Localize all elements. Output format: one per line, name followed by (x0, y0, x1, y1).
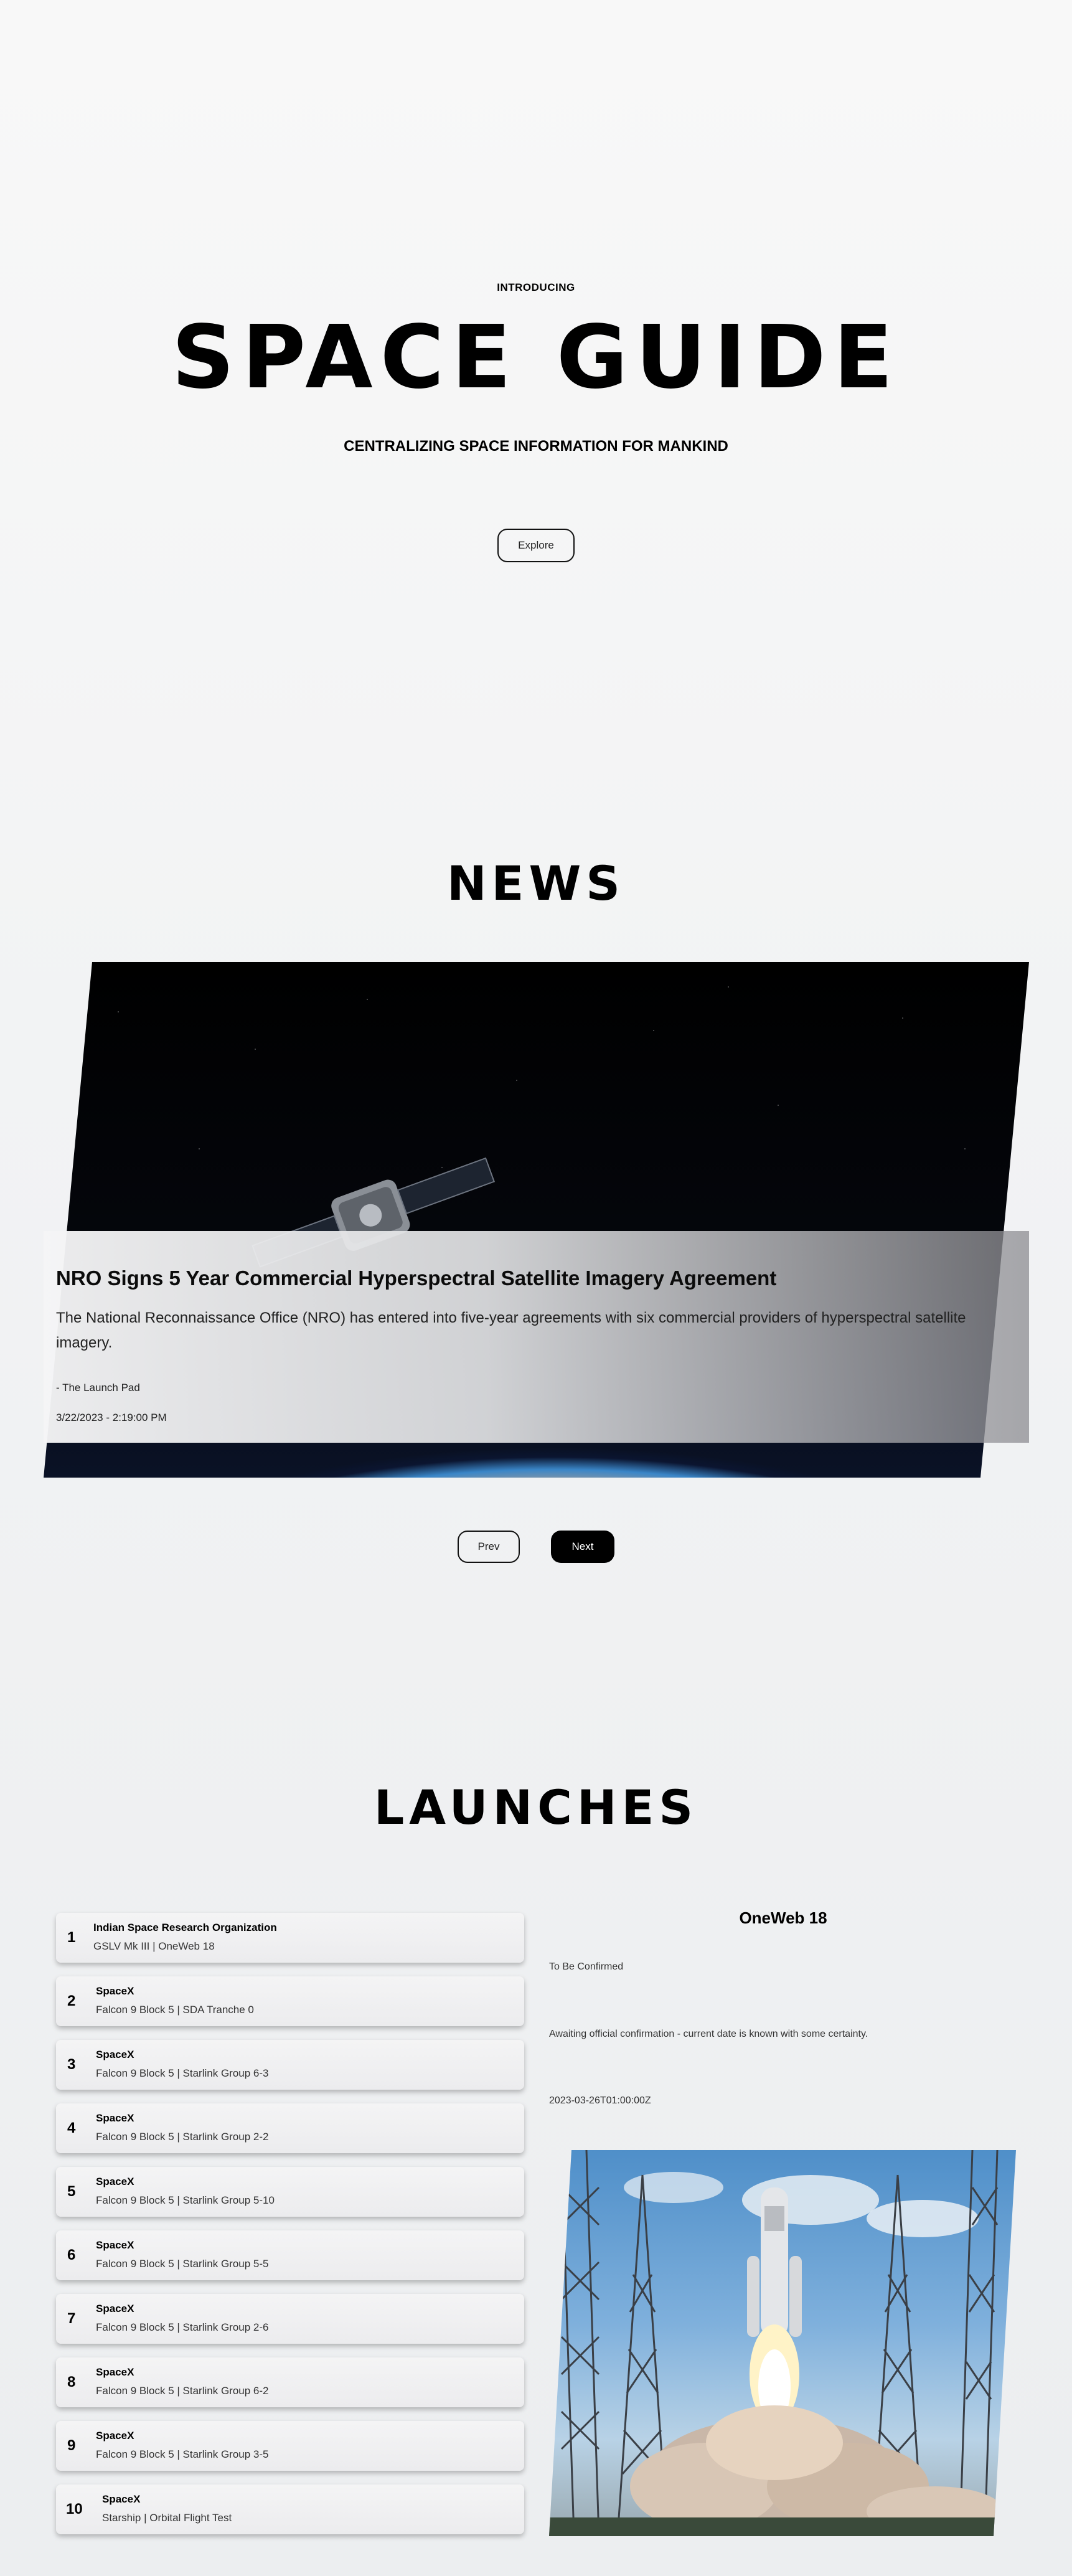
launch-agency: SpaceX (102, 2493, 141, 2505)
launch-number: 7 (67, 2310, 76, 2327)
next-button[interactable]: Next (551, 1531, 614, 1563)
launch-list: 1 Indian Space Research Organization GSL… (56, 1913, 524, 2548)
launch-item[interactable]: 1 Indian Space Research Organization GSL… (56, 1913, 524, 1963)
launch-item[interactable]: 6 SpaceX Falcon 9 Block 5 | Starlink Gro… (56, 2230, 524, 2280)
rocket-launch-illustration (549, 2150, 1016, 2536)
hero-title: SPACE GUIDE (171, 307, 901, 408)
launch-agency: SpaceX (96, 2176, 134, 2187)
launch-name: Starship | Orbital Flight Test (102, 2512, 232, 2524)
launch-name: Falcon 9 Block 5 | Starlink Group 5-10 (96, 2194, 275, 2206)
launch-agency: SpaceX (96, 2239, 134, 2251)
launch-number: 2 (67, 1993, 76, 2009)
launch-number: 8 (67, 2374, 76, 2390)
launch-number: 1 (67, 1929, 76, 1946)
launch-number: 10 (66, 2501, 83, 2517)
launch-image (549, 2150, 1016, 2536)
launch-agency: SpaceX (96, 2366, 134, 2378)
launches-section-title: LAUNCHES (374, 1780, 698, 1835)
news-description: The National Reconnaissance Office (NRO)… (56, 1309, 966, 1351)
launch-number: 9 (67, 2437, 76, 2454)
launch-item[interactable]: 9 SpaceX Falcon 9 Block 5 | Starlink Gro… (56, 2421, 524, 2471)
launch-name: Falcon 9 Block 5 | SDA Tranche 0 (96, 2004, 254, 2016)
launch-item[interactable]: 8 SpaceX Falcon 9 Block 5 | Starlink Gro… (56, 2357, 524, 2407)
launch-agency: SpaceX (96, 2049, 134, 2060)
launch-name: Falcon 9 Block 5 | Starlink Group 3-5 (96, 2448, 269, 2460)
prev-button[interactable]: Prev (458, 1531, 520, 1563)
launch-name: GSLV Mk III | OneWeb 18 (93, 1940, 215, 1952)
launch-item[interactable]: 10 SpaceX Starship | Orbital Flight Test (56, 2484, 524, 2534)
launch-item[interactable]: 4 SpaceX Falcon 9 Block 5 | Starlink Gro… (56, 2103, 524, 2153)
explore-button[interactable]: Explore (497, 529, 575, 562)
news-date: 3/22/2023 - 2:19:00 PM (56, 1412, 167, 1423)
launch-agency: SpaceX (96, 1985, 134, 1997)
launch-item[interactable]: 2 SpaceX Falcon 9 Block 5 | SDA Tranche … (56, 1976, 524, 2026)
launch-detail-title: OneWeb 18 (739, 1908, 827, 1927)
launch-detail-net: 2023-03-26T01:00:00Z (549, 2095, 651, 2106)
news-source: - The Launch Pad (56, 1382, 140, 1394)
news-caption-panel: NRO Signs 5 Year Commercial Hyperspectra… (44, 1231, 1029, 1443)
launch-item[interactable]: 5 SpaceX Falcon 9 Block 5 | Starlink Gro… (56, 2167, 524, 2217)
launch-agency: SpaceX (96, 2430, 134, 2442)
launch-name: Falcon 9 Block 5 | Starlink Group 2-6 (96, 2321, 269, 2333)
launch-name: Falcon 9 Block 5 | Starlink Group 2-2 (96, 2131, 269, 2143)
launch-agency: Indian Space Research Organization (93, 1922, 277, 1933)
launch-name: Falcon 9 Block 5 | Starlink Group 6-2 (96, 2385, 269, 2397)
launch-agency: SpaceX (96, 2303, 134, 2314)
launch-item[interactable]: 7 SpaceX Falcon 9 Block 5 | Starlink Gro… (56, 2294, 524, 2344)
launch-number: 5 (67, 2183, 76, 2200)
intro-label: INTRODUCING (497, 281, 575, 293)
launch-item[interactable]: 3 SpaceX Falcon 9 Block 5 | Starlink Gro… (56, 2040, 524, 2090)
news-section-title: NEWS (446, 856, 626, 911)
launch-name: Falcon 9 Block 5 | Starlink Group 6-3 (96, 2067, 269, 2079)
launch-name: Falcon 9 Block 5 | Starlink Group 5-5 (96, 2258, 269, 2270)
hero-subtitle: CENTRALIZING SPACE INFORMATION FOR MANKI… (344, 438, 728, 455)
launch-number: 4 (67, 2120, 76, 2136)
news-card[interactable]: NRO Signs 5 Year Commercial Hyperspectra… (44, 962, 1029, 1478)
launch-number: 3 (67, 2056, 76, 2073)
news-headline[interactable]: NRO Signs 5 Year Commercial Hyperspectra… (56, 1267, 776, 1290)
launch-agency: SpaceX (96, 2112, 134, 2124)
launch-number: 6 (67, 2247, 76, 2263)
launch-detail-status: To Be Confirmed (549, 1961, 624, 1972)
launch-detail-description: Awaiting official confirmation - current… (549, 2029, 868, 2039)
